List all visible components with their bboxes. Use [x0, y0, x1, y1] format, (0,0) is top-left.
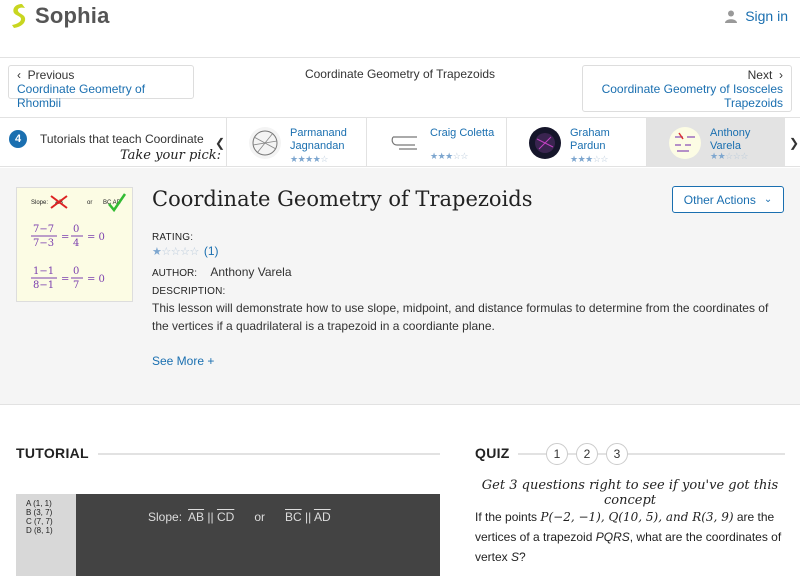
- carousel-right-arrow[interactable]: ❯: [789, 136, 799, 150]
- sign-in-label: Sign in: [745, 8, 788, 24]
- svg-text:4: 4: [73, 238, 79, 249]
- star-rating[interactable]: ★☆☆☆☆: [152, 245, 199, 258]
- lesson-info: Slope: AB or BC AD 7−7 7−3 = 0 4 = 0 1−1…: [0, 168, 800, 405]
- svg-text:=: =: [61, 274, 69, 285]
- brand-name: Sophia: [35, 3, 110, 28]
- lesson-thumbnail[interactable]: Slope: AB or BC AD 7−7 7−3 = 0 4 = 0 1−1…: [16, 187, 133, 302]
- see-more-link[interactable]: See More +: [152, 354, 214, 368]
- video-points-panel: A (1, 1) B (3, 7) C (7, 7) D (8, 1): [16, 494, 76, 576]
- lesson-thumbnail-image: Slope: AB or BC AD 7−7 7−3 = 0 4 = 0 1−1…: [31, 193, 127, 291]
- tutorial-author: Anthony Varela: [710, 127, 751, 152]
- star-rating: ★★★★☆: [290, 154, 328, 164]
- avatar: [389, 127, 421, 159]
- star-rating: ★★★☆☆: [430, 151, 468, 161]
- quiz-question-2[interactable]: 2: [576, 443, 598, 465]
- svg-text:0: 0: [73, 266, 79, 277]
- tutorial-count-badge: 4: [9, 130, 27, 148]
- previous-tutorial-title: Coordinate Geometry of Rhombii: [17, 82, 146, 110]
- video-slope-formula: Slope: AB || CD or BC || AD: [148, 510, 331, 524]
- next-tutorial-title-2: Trapezoids: [724, 96, 783, 110]
- quiz-question-text: If the points P(−2, −1), Q(10, 5), and R…: [475, 510, 782, 564]
- quiz-question-1[interactable]: 1: [546, 443, 568, 465]
- next-label: Next ›: [747, 68, 783, 82]
- description-label: DESCRIPTION:: [152, 286, 226, 297]
- chevron-right-icon: ›: [779, 68, 783, 82]
- previous-label: ‹ Previous: [17, 68, 75, 82]
- svg-text:7: 7: [73, 280, 79, 291]
- carousel-left-arrow[interactable]: ❮: [215, 136, 225, 150]
- tutorials-strip-text: Tutorials that teach Coordinate: [40, 132, 204, 146]
- svg-text:7−7: 7−7: [33, 224, 54, 235]
- tutorial-author: Parmanand Jagnandan: [290, 127, 347, 152]
- avatar: [669, 127, 701, 159]
- next-tutorial-title-1: Coordinate Geometry of Isosceles: [601, 82, 783, 96]
- chevron-left-icon: ‹: [17, 68, 21, 82]
- lesson-title: Coordinate Geometry of Trapezoids: [152, 187, 533, 211]
- current-tutorial-title: Coordinate Geometry of Trapezoids: [304, 67, 496, 81]
- tutorial-card[interactable]: Craig Coletta ★★★☆☆: [366, 118, 505, 166]
- lesson-rating: ★☆☆☆☆ (1): [152, 244, 219, 258]
- tutorial-card-selected[interactable]: Anthony Varela ★★☆☆☆: [646, 118, 785, 166]
- tutorial-heading: TUTORIAL: [16, 445, 89, 461]
- chevron-down-icon: ⌄: [763, 194, 773, 205]
- avatar: [529, 127, 561, 159]
- other-actions-label: Other Actions: [683, 192, 756, 207]
- svg-text:or: or: [87, 200, 92, 206]
- star-rating: ★★★☆☆: [570, 154, 608, 164]
- previous-tutorial-link[interactable]: ‹ Previous Coordinate Geometry of Rhombi…: [8, 65, 194, 110]
- sophia-logo-icon: [12, 4, 26, 28]
- svg-text:Slope:: Slope:: [31, 200, 48, 206]
- tutorial-video[interactable]: A (1, 1) B (3, 7) C (7, 7) D (8, 1) Slop…: [16, 494, 440, 576]
- site-header: Sophia Sign in: [0, 0, 800, 58]
- tutorials-strip: 4 Tutorials that teach Coordinate Take y…: [0, 117, 800, 167]
- next-tutorial-link[interactable]: Next › Coordinate Geometry of Isosceles …: [582, 65, 792, 112]
- author-name: Anthony Varela: [210, 265, 292, 279]
- svg-text:7−3: 7−3: [33, 238, 54, 249]
- tutorial-card[interactable]: Parmanand Jagnandan ★★★★☆: [226, 118, 365, 166]
- sophia-logo[interactable]: Sophia: [9, 3, 110, 29]
- svg-text:8−1: 8−1: [33, 280, 54, 291]
- tutorial-card[interactable]: Graham Pardun ★★★☆☆: [506, 118, 645, 166]
- svg-text:= 0: = 0: [87, 232, 105, 243]
- quiz-heading: QUIZ: [475, 445, 510, 461]
- svg-text:= 0: = 0: [87, 274, 105, 285]
- quiz-call-to-action: Get 3 questions right to see if you've g…: [481, 478, 779, 508]
- tutorial-divider: [98, 453, 440, 455]
- svg-text:1−1: 1−1: [33, 266, 54, 277]
- lesson-author: AUTHOR: Anthony Varela: [152, 265, 292, 279]
- svg-text:=: =: [61, 232, 69, 243]
- avatar: [249, 127, 281, 159]
- other-actions-button[interactable]: Other Actions ⌄: [672, 186, 784, 213]
- star-rating: ★★☆☆☆: [710, 151, 748, 161]
- rating-count-link[interactable]: (1): [204, 244, 219, 258]
- tutorial-author: Craig Coletta: [430, 127, 495, 139]
- lesson-description: This lesson will demonstrate how to use …: [152, 301, 769, 333]
- user-icon: [725, 10, 738, 23]
- svg-text:0: 0: [73, 224, 79, 235]
- author-label: AUTHOR:: [152, 268, 197, 279]
- tutorial-author: Graham Pardun: [570, 127, 610, 152]
- rating-label: RATING:: [152, 232, 194, 243]
- quiz-question-3[interactable]: 3: [606, 443, 628, 465]
- sign-in-link[interactable]: Sign in: [725, 8, 788, 24]
- take-your-pick: Take your pick:: [120, 148, 222, 163]
